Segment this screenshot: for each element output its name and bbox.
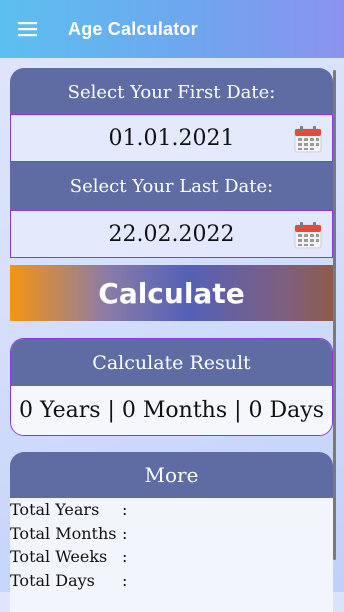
scrollbar[interactable] — [333, 70, 336, 560]
calculate-button[interactable]: Calculate — [10, 265, 333, 321]
result-header: Calculate Result — [11, 339, 332, 386]
stat-row-total-months: Total Months : — [10, 522, 333, 546]
last-date-field[interactable]: 22.02.2022 — [10, 210, 333, 258]
stat-label: Total Days — [10, 570, 95, 590]
calendar-icon[interactable] — [294, 221, 322, 249]
stat-row-total-days: Total Days : — [10, 569, 333, 593]
stat-separator: : — [122, 500, 128, 520]
stat-row-total-years: Total Years : — [10, 498, 333, 522]
first-date-label: Select Your First Date: — [10, 68, 333, 116]
last-date-value: 22.02.2022 — [108, 221, 235, 247]
stat-separator: : — [122, 547, 128, 567]
app-title: Age Calculator — [68, 18, 198, 39]
app-bar: Age Calculator — [0, 0, 344, 58]
stat-label: Total Months — [10, 523, 117, 543]
stat-separator: : — [122, 523, 128, 543]
first-date-value: 01.01.2021 — [108, 125, 235, 151]
result-text: 0 Years | 0 Months | 0 Days — [11, 386, 332, 435]
more-header: More — [10, 452, 333, 498]
last-date-label: Select Your Last Date: — [10, 162, 333, 210]
first-date-field[interactable]: 01.01.2021 — [10, 114, 333, 162]
stat-label: Total Years — [10, 500, 100, 520]
result-card: Calculate Result 0 Years | 0 Months | 0 … — [10, 338, 333, 436]
stat-separator: : — [122, 570, 128, 590]
stat-row-total-weeks: Total Weeks : — [10, 545, 333, 569]
more-card: More Total Years : Total Months : Total … — [10, 452, 333, 612]
stat-label: Total Weeks — [10, 547, 108, 567]
calendar-icon[interactable] — [294, 125, 322, 153]
hamburger-menu-icon[interactable] — [0, 0, 56, 58]
